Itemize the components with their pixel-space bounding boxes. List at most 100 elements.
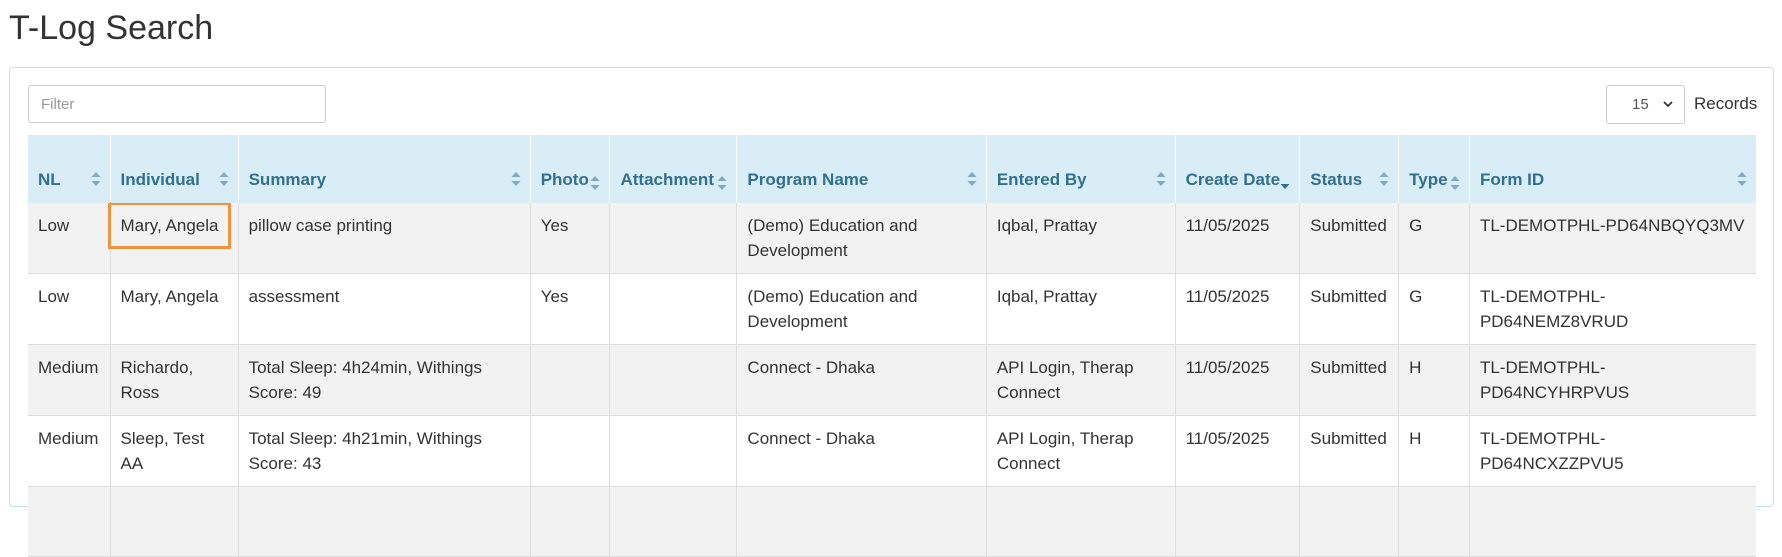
- column-header-label: Status: [1310, 170, 1363, 189]
- cell-text: Mary, Angela: [120, 287, 219, 306]
- sort-arrows-icon[interactable]: [966, 171, 978, 187]
- tlog-table: NL Individual Summary Photo Attachment Progra…: [28, 135, 1756, 557]
- cell-text: Submitted: [1310, 358, 1387, 377]
- table-row[interactable]: Medium Sleep, Test AA Total Sleep: 4h21min…: [28, 415, 1756, 487]
- column-header-label: Create Date: [1185, 170, 1281, 189]
- cell-entered-by: API Login, Therap Connect: [986, 344, 1176, 416]
- cell-text: (Demo) Education and Development: [747, 287, 918, 331]
- cell-text: API Login, Therap Connect: [996, 358, 1134, 402]
- column-header-label: Photo: [540, 170, 589, 189]
- tlog-panel: 15 Records NL Individual Summary Photo Attac…: [9, 67, 1774, 557]
- sort-arrows-icon[interactable]: [1449, 175, 1461, 191]
- column-header-entered-by[interactable]: Entered By: [986, 135, 1176, 203]
- column-header-label: Individual: [120, 170, 200, 189]
- column-header-create-date[interactable]: Create Date: [1175, 135, 1301, 203]
- cell-status: [1299, 486, 1400, 557]
- cell-photo: [530, 415, 611, 487]
- column-header-label: NL: [38, 170, 61, 189]
- cell-text: TL-DEMOTPHL-PD64NCXZZPVU5: [1479, 429, 1624, 473]
- cell-form-id: [1469, 486, 1756, 557]
- cell-summary: [238, 486, 531, 557]
- cell-entered-by: [986, 486, 1176, 557]
- sort-arrows-icon[interactable]: [1378, 171, 1390, 187]
- sort-arrows-icon[interactable]: [90, 171, 102, 187]
- sort-arrows-icon[interactable]: [589, 175, 601, 191]
- column-header-program[interactable]: Program Name: [736, 135, 987, 203]
- cell-text: Yes: [540, 216, 569, 235]
- filter-input[interactable]: [28, 85, 326, 123]
- cell-create-date: 11/05/2025: [1175, 203, 1301, 274]
- column-header-photo[interactable]: Photo: [530, 135, 611, 203]
- page-title: T-Log Search: [9, 9, 214, 47]
- cell-individual: Sleep, Test AA: [110, 415, 239, 487]
- sort-arrows-icon[interactable]: [1736, 171, 1748, 187]
- cell-text: API Login, Therap Connect: [996, 429, 1134, 473]
- sort-arrows-icon[interactable]: [218, 171, 230, 187]
- cell-photo: Yes: [530, 273, 611, 345]
- column-header-status[interactable]: Status: [1299, 135, 1400, 203]
- cell-text: G: [1409, 216, 1423, 235]
- column-header-form-id[interactable]: Form ID: [1469, 135, 1756, 203]
- column-header-individual[interactable]: Individual: [110, 135, 239, 203]
- cell-program: (Demo) Education and Development: [736, 273, 987, 345]
- sort-desc-icon[interactable]: [1279, 175, 1291, 191]
- cell-attachment: [609, 486, 738, 557]
- cell-photo: [530, 486, 611, 557]
- cell-text: Submitted: [1310, 287, 1387, 306]
- cell-individual: Mary, Angela: [107, 202, 239, 274]
- cell-attachment: [609, 415, 738, 487]
- highlighted-individual-link[interactable]: Mary, Angela: [107, 202, 232, 249]
- cell-text: G: [1409, 287, 1423, 306]
- cell-entered-by: Iqbal, Prattay: [986, 273, 1176, 345]
- column-header-type[interactable]: Type: [1398, 135, 1470, 203]
- cell-nl: Medium: [28, 344, 111, 416]
- column-header-label: Entered By: [996, 170, 1087, 189]
- cell-nl: Medium: [28, 415, 111, 487]
- cell-text: 11/05/2025: [1185, 429, 1270, 448]
- table-row[interactable]: [28, 486, 1756, 557]
- cell-form-id: TL-DEMOTPHL-PD64NBQYQ3MV: [1469, 203, 1756, 274]
- cell-text: Sleep, Test AA: [120, 429, 205, 473]
- column-header-attachment[interactable]: Attachment: [609, 135, 738, 203]
- cell-form-id: TL-DEMOTPHL-PD64NCYHRPVUS: [1469, 344, 1756, 416]
- cell-create-date: 11/05/2025: [1175, 273, 1301, 345]
- sort-arrows-icon[interactable]: [716, 175, 728, 191]
- table-body: Low Mary, Angela pillow case printing Yes (D…: [28, 202, 1756, 557]
- cell-text: TL-DEMOTPHL-PD64NBQYQ3MV: [1479, 216, 1745, 235]
- records-label: Records: [1694, 94, 1758, 113]
- cell-text: 11/05/2025: [1185, 287, 1270, 306]
- cell-text: Low: [38, 287, 70, 306]
- cell-summary: Total Sleep: 4h24min, Withings Score: 49: [238, 344, 531, 416]
- cell-status: Submitted: [1299, 203, 1400, 274]
- table-row[interactable]: Medium Richardo, Ross Total Sleep: 4h24min…: [28, 344, 1756, 416]
- table-row[interactable]: Low Mary, Angela assessment Yes (Demo) Educa…: [28, 273, 1756, 345]
- table-row[interactable]: Low Mary, Angela pillow case printing Yes (D…: [28, 202, 1756, 274]
- column-header-label: Type: [1409, 170, 1448, 189]
- cell-text: Submitted: [1310, 429, 1387, 448]
- column-header-summary[interactable]: Summary: [238, 135, 531, 203]
- cell-type: [1398, 486, 1470, 557]
- cell-status: Submitted: [1299, 273, 1400, 345]
- records-per-page-select[interactable]: 15: [1606, 85, 1685, 124]
- cell-text: TL-DEMOTPHL-PD64NEMZ8VRUD: [1479, 287, 1629, 331]
- table-header-row: NL Individual Summary Photo Attachment Progra…: [28, 135, 1756, 203]
- cell-status: Submitted: [1299, 415, 1400, 487]
- cell-text: Yes: [540, 287, 569, 306]
- cell-text: Total Sleep: 4h24min, Withings Score: 49: [248, 358, 482, 402]
- cell-form-id: TL-DEMOTPHL-PD64NEMZ8VRUD: [1469, 273, 1756, 345]
- sort-arrows-icon[interactable]: [510, 171, 522, 187]
- cell-text: Medium: [38, 358, 99, 377]
- cell-photo: Yes: [530, 203, 611, 274]
- column-header-nl[interactable]: NL: [28, 135, 111, 203]
- cell-text: Submitted: [1310, 216, 1387, 235]
- sort-arrows-icon[interactable]: [1155, 171, 1167, 187]
- cell-text: H: [1409, 429, 1422, 448]
- cell-status: Submitted: [1299, 344, 1400, 416]
- cell-type: G: [1398, 203, 1470, 274]
- cell-type: G: [1398, 273, 1470, 345]
- cell-type: H: [1398, 344, 1470, 416]
- cell-individual: Richardo, Ross: [110, 344, 239, 416]
- cell-text: Medium: [38, 429, 99, 448]
- cell-nl: Low: [28, 203, 111, 274]
- cell-summary: Total Sleep: 4h21min, Withings Score: 43: [238, 415, 531, 487]
